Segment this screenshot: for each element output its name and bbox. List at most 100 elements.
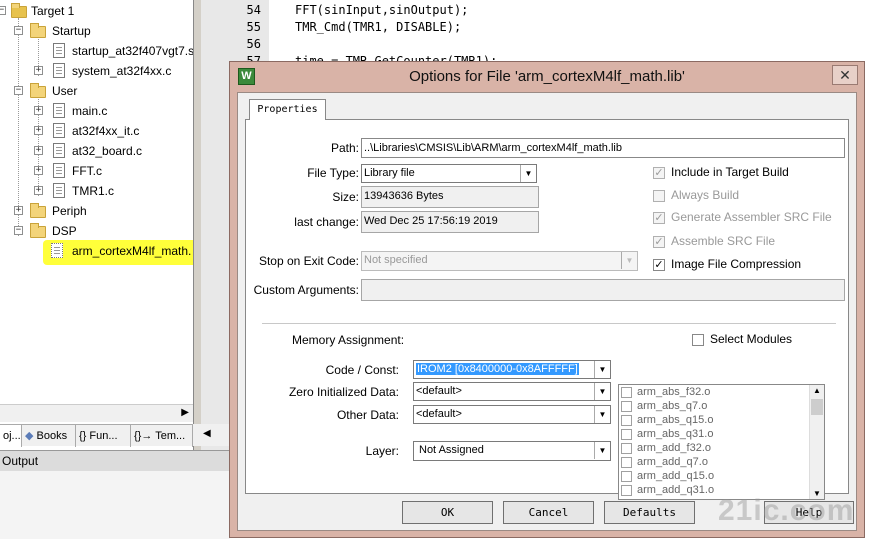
other-data-select[interactable]: <default> ▼ (413, 405, 611, 424)
custom-arguments-field[interactable] (361, 279, 845, 301)
tab-label: Books (36, 430, 68, 442)
module-label: arm_abs_q31.o (637, 428, 714, 440)
module-checkbox[interactable] (621, 456, 632, 468)
chevron-down-icon[interactable]: ▼ (621, 252, 637, 269)
select-modules-label: Select Modules (710, 332, 793, 346)
tree-item-label: main.c (72, 104, 108, 118)
module-item[interactable]: arm_abs_f32.o (621, 386, 710, 400)
ok-button[interactable]: OK (402, 501, 493, 524)
file-type-value: Library file (364, 167, 415, 179)
tab-label: oj... (3, 430, 21, 442)
library-file-icon (51, 243, 63, 258)
memory-assignment-label: Memory Assignment: (292, 333, 405, 347)
zero-init-value: <default> (416, 385, 462, 397)
close-button[interactable]: ✕ (832, 65, 858, 85)
module-checkbox[interactable] (621, 428, 632, 440)
collapse-icon[interactable]: − (14, 26, 23, 35)
file-type-label: File Type: (307, 166, 359, 180)
project-tree: − Target 1 − Startup startup_at32f407vgt… (0, 0, 209, 400)
include-target-build-checkbox[interactable]: ✓ (653, 167, 665, 179)
defaults-button[interactable]: Defaults (604, 501, 695, 524)
file-icon (53, 143, 65, 158)
tree-horizontal-scrollbar[interactable]: ▶ (0, 404, 193, 422)
module-checkbox[interactable] (621, 386, 632, 398)
module-item[interactable]: arm_add_q15.o (621, 470, 714, 484)
chevron-down-icon[interactable]: ▼ (594, 442, 610, 459)
scroll-up-icon[interactable]: ▲ (813, 386, 821, 395)
dialog-titlebar[interactable]: W Options for File 'arm_cortexM4lf_math.… (230, 62, 864, 92)
chevron-down-icon[interactable]: ▼ (594, 361, 610, 378)
tree-item-label: DSP (52, 224, 77, 238)
memory-group-separator (262, 323, 836, 324)
code-const-label: Code / Const: (325, 363, 399, 377)
scroll-thumb[interactable] (811, 399, 823, 415)
tab-templates[interactable]: {}→ Tem... (131, 425, 193, 447)
zero-init-select[interactable]: <default> ▼ (413, 382, 611, 401)
stop-on-exit-label: Stop on Exit Code: (258, 254, 359, 268)
expand-icon[interactable]: + (34, 146, 43, 155)
last-change-label: last change: (294, 215, 359, 229)
editor-scrollbar[interactable]: ◀ (193, 424, 233, 446)
layer-value: Not Assigned (419, 444, 484, 456)
project-tabs: oj... ◆ Books {} Fun... {}→ Tem... (0, 424, 193, 447)
expand-icon[interactable]: + (34, 126, 43, 135)
module-list-scrollbar[interactable]: ▲ ▼ (809, 385, 824, 499)
module-item[interactable]: arm_abs_q15.o (621, 414, 713, 428)
panel-splitter[interactable] (193, 0, 201, 450)
properties-panel: Path: ..\Libraries\CMSIS\Lib\ARM\arm_cor… (245, 119, 849, 500)
file-type-select[interactable]: Library file ▼ (361, 164, 537, 183)
line-number: 55 (246, 20, 261, 34)
assemble-src-checkbox[interactable]: ✓ (653, 236, 665, 248)
stop-on-exit-value: Not specified (364, 254, 428, 266)
path-field[interactable]: ..\Libraries\CMSIS\Lib\ARM\arm_cortexM4l… (361, 138, 845, 158)
size-label: Size: (332, 190, 359, 204)
code-const-select[interactable]: IROM2 [0x8400000-0x8AFFFFF] ▼ (413, 360, 611, 379)
collapse-icon[interactable]: − (14, 226, 23, 235)
select-modules-checkbox[interactable] (692, 334, 704, 346)
stop-on-exit-select[interactable]: Not specified ▼ (361, 251, 638, 271)
module-label: arm_add_q31.o (637, 484, 715, 496)
options-dialog: W Options for File 'arm_cortexM4lf_math.… (229, 61, 865, 538)
output-panel-header: Output (0, 450, 230, 471)
scroll-left-icon[interactable]: ◀ (203, 428, 211, 439)
module-item[interactable]: arm_add_f32.o (621, 442, 711, 456)
expand-icon[interactable]: + (34, 66, 43, 75)
module-checkbox[interactable] (621, 414, 632, 426)
chevron-down-icon[interactable]: ▼ (594, 406, 610, 423)
image-compression-label: Image File Compression (671, 257, 802, 271)
module-label: arm_add_f32.o (637, 442, 711, 454)
tab-books[interactable]: ◆ Books (22, 425, 76, 447)
expand-icon[interactable]: + (34, 186, 43, 195)
module-checkbox[interactable] (621, 400, 632, 412)
cancel-button[interactable]: Cancel (503, 501, 594, 524)
image-compression-checkbox[interactable]: ✓ (653, 259, 665, 271)
module-item[interactable]: arm_add_q7.o (621, 456, 708, 470)
module-checkbox[interactable] (621, 484, 632, 496)
chevron-down-icon[interactable]: ▼ (594, 383, 610, 400)
tab-functions[interactable]: {} Fun... (76, 425, 131, 447)
module-item[interactable]: arm_abs_q31.o (621, 428, 713, 442)
always-build-checkbox[interactable] (653, 190, 665, 202)
folder-icon (30, 223, 46, 238)
collapse-icon[interactable]: − (14, 86, 23, 95)
expand-icon[interactable]: + (34, 166, 43, 175)
collapse-icon[interactable]: − (0, 6, 6, 15)
module-checkbox[interactable] (621, 442, 632, 454)
chevron-down-icon[interactable]: ▼ (520, 165, 536, 182)
path-label: Path: (330, 141, 359, 155)
expand-icon[interactable]: + (14, 206, 23, 215)
expand-icon[interactable]: + (34, 106, 43, 115)
file-icon (53, 43, 65, 58)
scroll-right-icon[interactable]: ▶ (181, 407, 189, 418)
module-item[interactable]: arm_abs_q7.o (621, 400, 707, 414)
file-icon (53, 163, 65, 178)
tab-properties[interactable]: Properties (249, 99, 326, 120)
tab-project[interactable]: oj... (0, 425, 22, 447)
layer-select[interactable]: Not Assigned ▼ (413, 441, 611, 461)
other-data-label: Other Data: (336, 408, 399, 422)
module-item[interactable]: arm_add_q31.o (621, 484, 714, 498)
module-label: arm_abs_q15.o (637, 414, 714, 426)
generate-asm-checkbox[interactable]: ✓ (653, 212, 665, 224)
module-list[interactable]: arm_abs_f32.o arm_abs_q7.o arm_abs_q15.o… (618, 384, 825, 500)
module-checkbox[interactable] (621, 470, 632, 482)
